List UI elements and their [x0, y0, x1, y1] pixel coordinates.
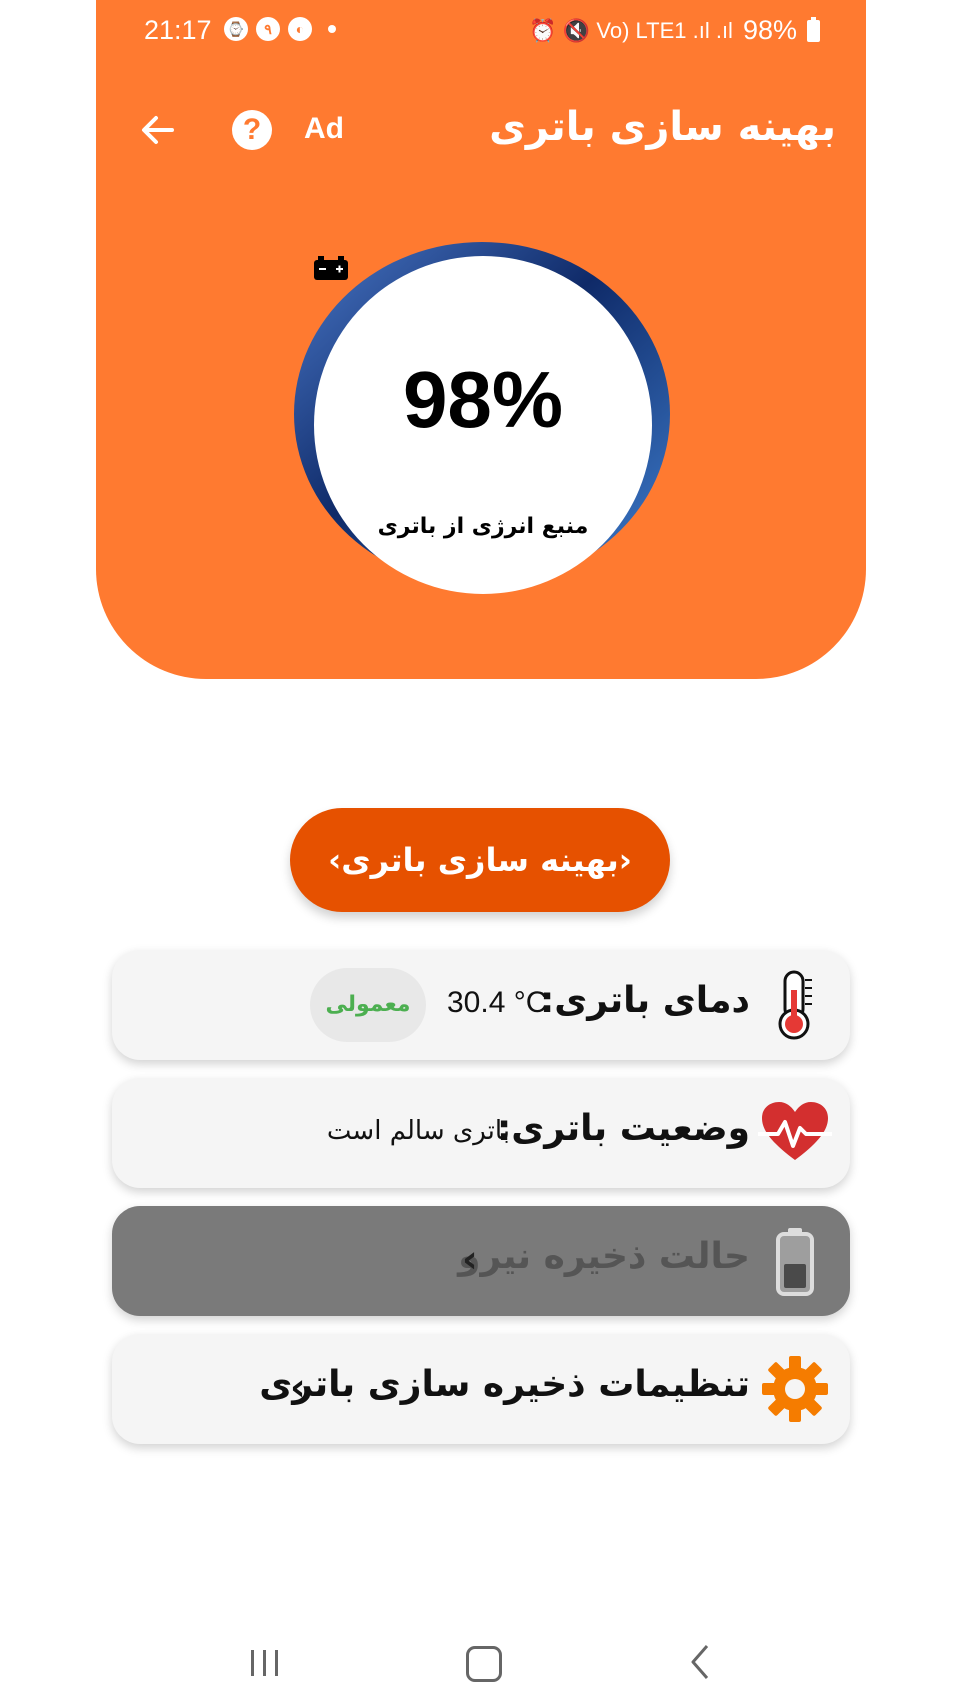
battery-icon [807, 16, 820, 42]
watch-icon: ⌚ [224, 17, 248, 41]
app-bar: ? Ad بهینه سازی باتری [96, 90, 866, 170]
signal-icons: ⏰ 🔇 Vo) LTE1 .ıl .ıl [529, 17, 733, 43]
help-button[interactable]: ? [232, 110, 272, 150]
status-right-icons: ⏰ 🔇 Vo) LTE1 .ıl .ıl 98% [529, 15, 820, 46]
chevron-icon: ‹ [462, 1237, 478, 1281]
thermometer-icon [778, 970, 812, 1040]
health-value: باتری سالم است [326, 1116, 510, 1146]
battery-percent-text: 98% [742, 15, 797, 45]
health-title: وضعیت باتری: [496, 1108, 750, 1149]
health-card: وضعیت باتری: باتری سالم است [112, 1078, 850, 1188]
power-saving-mode-card[interactable]: حالت ذخیره نیرو ‹ [112, 1206, 850, 1316]
gauge-center: 98% منبع انرژی از باتری [314, 256, 652, 594]
chevron-icon: ‹ [290, 1365, 306, 1409]
power-source-label: منبع انرژی از باتری [377, 514, 589, 539]
status-left-icons: ⌚ ۹ ◐ [224, 17, 336, 41]
power-saving-title: حالت ذخیره نیرو [458, 1236, 750, 1277]
temperature-title: دمای باتری: [539, 980, 750, 1021]
status-time: 21:17 [144, 15, 212, 45]
saver-settings-title: تنظیمات ذخیره سازی باتری [259, 1364, 750, 1405]
battery-saver-settings-card[interactable]: تنظیمات ذخیره سازی باتری ‹ [112, 1334, 850, 1444]
app-notification-icon: ◐ [288, 17, 312, 41]
battery-percent: 98% [402, 355, 564, 444]
optimize-battery-button[interactable]: ‹بهینه سازی باتری› [290, 808, 670, 912]
back-arrow-icon[interactable] [136, 108, 180, 152]
ad-button[interactable]: Ad [304, 112, 344, 146]
temperature-card: دمای باتری: 30.4 °C معمولی [112, 950, 850, 1060]
recents-icon[interactable] [248, 1648, 282, 1678]
home-icon[interactable] [466, 1646, 502, 1682]
nav-back-icon[interactable] [681, 1642, 721, 1682]
system-nav-bar [96, 1620, 866, 1707]
car-battery-icon [314, 256, 348, 280]
status-bar: 21:17 ⌚ ۹ ◐ ⏰ 🔇 Vo) LTE1 .ıl .ıl 98% [96, 0, 866, 64]
temperature-value: 30.4 °C [447, 986, 548, 1019]
more-notifications-dot [328, 25, 336, 33]
temperature-status-badge: معمولی [310, 968, 426, 1042]
battery-saver-icon [776, 1228, 814, 1296]
heart-pulse-icon [758, 1102, 832, 1160]
battery-level-gauge: 98% منبع انرژی از باتری [292, 236, 672, 616]
gear-icon [762, 1356, 828, 1422]
page-title: بهینه سازی باتری [489, 104, 836, 150]
notification-badge-icon: ۹ [256, 17, 280, 41]
